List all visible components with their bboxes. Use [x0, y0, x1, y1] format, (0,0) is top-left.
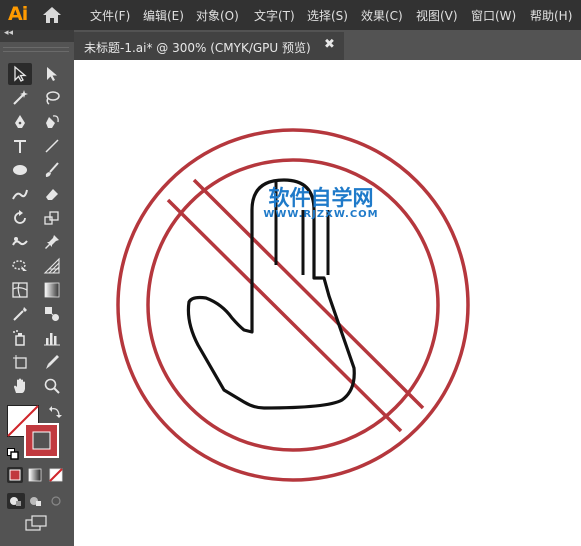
shaper-tool-icon[interactable] — [8, 183, 32, 205]
diagonal-line-lower[interactable] — [166, 198, 403, 433]
magic-wand-tool-icon[interactable] — [8, 87, 32, 109]
tools-grip[interactable] — [3, 47, 69, 52]
mesh-tool-icon[interactable] — [8, 279, 32, 301]
direct-selection-tool-icon[interactable] — [40, 63, 64, 85]
stroke-swatch[interactable] — [24, 423, 59, 458]
menu-bar: Ai 文件(F) 编辑(E) 对象(O) 文字(T) 选择(S) 效果(C) 视… — [0, 0, 581, 30]
menu-help[interactable]: 帮助(H) — [530, 7, 572, 24]
pen-tool-icon[interactable] — [8, 111, 32, 133]
gradient-mode-button[interactable] — [27, 467, 43, 483]
eyedropper-tool-icon[interactable] — [8, 303, 32, 325]
slice-tool-icon[interactable] — [40, 351, 64, 373]
app-logo: Ai — [8, 3, 28, 25]
menu-effect[interactable]: 效果(C) — [361, 7, 403, 24]
swap-fill-stroke-icon[interactable] — [48, 404, 62, 418]
collapse-panel-button[interactable]: ◂◂ — [4, 28, 13, 38]
rotate-tool-icon[interactable] — [8, 207, 32, 229]
document-tab-title: 未标题-1.ai* @ 300% (CMYK/GPU 预览) — [84, 41, 311, 55]
warp-tool-icon[interactable] — [8, 231, 32, 253]
free-transform-tool-icon[interactable] — [8, 255, 32, 277]
watermark: 软件自学网 WWW.RJZXW.COM — [246, 182, 396, 220]
draw-inside-icon[interactable] — [47, 493, 65, 509]
selection-tool-icon[interactable] — [8, 63, 32, 85]
perspective-grid-tool-icon[interactable] — [40, 255, 64, 277]
puppet-warp-tool-icon[interactable] — [40, 231, 64, 253]
artboard-tool-icon[interactable] — [8, 351, 32, 373]
hand-tool-icon[interactable] — [8, 375, 32, 397]
menu-select[interactable]: 选择(S) — [307, 7, 348, 24]
column-graph-tool-icon[interactable] — [40, 327, 64, 349]
curvature-tool-icon[interactable] — [40, 111, 64, 133]
artboard-canvas[interactable]: 软件自学网 WWW.RJZXW.COM — [74, 60, 581, 546]
ellipse-tool-icon[interactable] — [8, 159, 32, 181]
menu-type[interactable]: 文字(T) — [254, 7, 295, 24]
symbol-sprayer-tool-icon[interactable] — [8, 327, 32, 349]
gradient-tool-icon[interactable] — [40, 279, 64, 301]
menu-edit[interactable]: 编辑(E) — [143, 7, 184, 24]
close-icon[interactable]: ✖ — [324, 37, 335, 52]
none-mode-button[interactable] — [48, 467, 64, 483]
color-mode-button[interactable] — [7, 467, 23, 483]
default-colors-icon[interactable] — [7, 445, 19, 460]
screen-mode-icon[interactable] — [24, 515, 48, 531]
blend-tool-icon[interactable] — [40, 303, 64, 325]
watermark-url: WWW.RJZXW.COM — [263, 209, 379, 220]
paintbrush-tool-icon[interactable] — [40, 159, 64, 181]
document-tab-bar: 未标题-1.ai* @ 300% (CMYK/GPU 预览) ✖ — [74, 30, 581, 60]
lasso-tool-icon[interactable] — [40, 87, 64, 109]
watermark-title: 软件自学网 — [268, 186, 374, 210]
menu-object[interactable]: 对象(O) — [196, 7, 239, 24]
document-tab[interactable]: 未标题-1.ai* @ 300% (CMYK/GPU 预览) ✖ — [74, 32, 344, 60]
draw-normal-icon[interactable] — [7, 493, 25, 509]
tools-panel: ◂◂ — [0, 28, 74, 546]
zoom-tool-icon[interactable] — [40, 375, 64, 397]
draw-behind-icon[interactable] — [27, 493, 45, 509]
tools-panel-header: ◂◂ — [0, 28, 74, 42]
type-tool-icon[interactable] — [8, 135, 32, 157]
scale-tool-icon[interactable] — [40, 207, 64, 229]
line-segment-tool-icon[interactable] — [40, 135, 64, 157]
artwork — [116, 128, 470, 482]
home-icon[interactable] — [42, 6, 62, 24]
menu-view[interactable]: 视图(V) — [416, 7, 458, 24]
menu-file[interactable]: 文件(F) — [90, 7, 130, 24]
menu-window[interactable]: 窗口(W) — [471, 7, 516, 24]
eraser-tool-icon[interactable] — [40, 183, 64, 205]
